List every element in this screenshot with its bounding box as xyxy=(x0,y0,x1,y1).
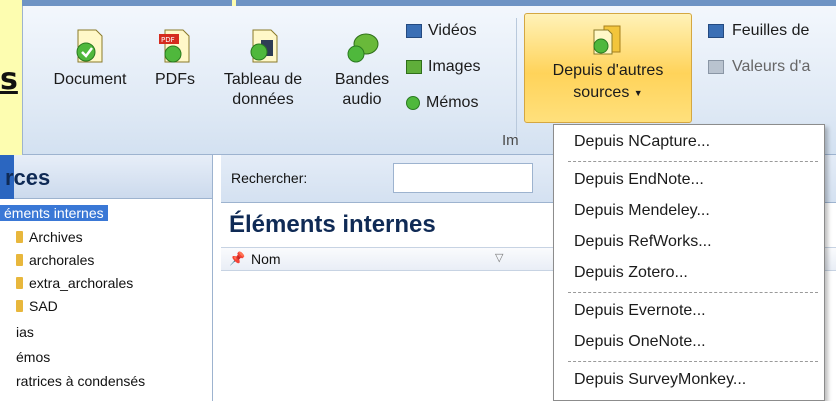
nav-title: rces xyxy=(5,165,51,190)
search-label: Rechercher: xyxy=(231,170,308,186)
tree-item-archorales[interactable]: archorales xyxy=(16,252,94,268)
spreadsheet-label: Feuilles de xyxy=(732,22,810,39)
menu-item-mendeley[interactable]: Depuis Mendeley... xyxy=(574,202,710,220)
audio-import-button[interactable]: Bandes audio xyxy=(324,26,400,110)
ribbon-group-separator xyxy=(516,18,517,136)
nav-header: rces xyxy=(0,155,212,199)
values-import-button[interactable]: Valeurs d'a xyxy=(708,58,810,76)
pdf-import-button[interactable]: PDF PDFs xyxy=(150,26,200,90)
other-sources-button[interactable]: Depuis d'autres sources ▼ xyxy=(524,13,692,123)
tree-item-ias[interactable]: ias xyxy=(16,324,34,340)
dataset-label-line1: Tableau de xyxy=(223,71,303,88)
image-icon xyxy=(406,60,422,74)
slide-heading-fragment: s xyxy=(0,62,18,97)
chevron-down-icon: ▼ xyxy=(633,88,643,98)
audio-import-icon xyxy=(347,33,379,63)
dataset-import-icon xyxy=(250,29,278,63)
memo-import-button[interactable]: Mémos xyxy=(406,94,478,112)
menu-item-evernote[interactable]: Depuis Evernote... xyxy=(574,302,706,320)
other-sources-icon xyxy=(593,25,621,55)
menu-separator xyxy=(568,292,818,293)
tree-item-matrices[interactable]: ratrices à condensés xyxy=(16,373,145,389)
dataset-label-line2: données xyxy=(232,91,294,108)
svg-text:PDF: PDF xyxy=(161,36,175,44)
tree-item-extra-archorales[interactable]: extra_archorales xyxy=(16,275,133,291)
folder-icon xyxy=(16,300,23,312)
filter-icon[interactable]: ▽ xyxy=(495,251,503,264)
folder-icon xyxy=(16,277,23,289)
search-input[interactable] xyxy=(393,163,533,193)
ribbon-tab-bar xyxy=(22,0,836,6)
spreadsheet-icon xyxy=(708,24,724,38)
ribbon-group-label: Im xyxy=(502,132,519,149)
menu-separator xyxy=(568,161,818,162)
dataset-import-button[interactable]: Tableau de données xyxy=(208,26,318,110)
other-sources-label-line2: sources ▼ xyxy=(573,84,643,102)
tree-item-internals[interactable]: éments internes xyxy=(0,205,108,221)
folder-icon xyxy=(16,254,23,266)
video-import-button[interactable]: Vidéos xyxy=(406,22,477,40)
spreadsheet-import-button[interactable]: Feuilles de xyxy=(708,22,809,40)
other-sources-dropdown: Depuis NCapture... Depuis EndNote... Dep… xyxy=(553,124,825,401)
menu-item-ncapture[interactable]: Depuis NCapture... xyxy=(574,133,710,151)
list-title: Éléments internes xyxy=(229,211,436,238)
values-icon xyxy=(708,60,724,74)
pdfs-label: PDFs xyxy=(155,71,195,88)
document-import-icon xyxy=(76,29,103,63)
memo-label: Mémos xyxy=(426,94,479,111)
tree-item-sad[interactable]: SAD xyxy=(16,298,58,314)
image-import-button[interactable]: Images xyxy=(406,58,480,76)
folder-icon xyxy=(16,231,23,243)
menu-item-refworks[interactable]: Depuis RefWorks... xyxy=(574,233,712,251)
pin-icon[interactable]: 📌 xyxy=(229,251,245,267)
menu-item-endnote[interactable]: Depuis EndNote... xyxy=(574,171,704,189)
menu-separator xyxy=(568,361,818,362)
menu-item-onenote[interactable]: Depuis OneNote... xyxy=(574,333,706,351)
navigation-pane: rces éments internes Archives archorales… xyxy=(0,155,213,401)
video-label: Vidéos xyxy=(428,22,477,39)
column-name-header[interactable]: Nom xyxy=(251,251,281,267)
audio-label-line1: Bandes xyxy=(334,71,390,88)
image-label: Images xyxy=(428,58,481,75)
audio-label-line2: audio xyxy=(342,91,382,108)
memo-icon xyxy=(406,96,420,110)
tree-item-memos[interactable]: émos xyxy=(16,349,50,365)
tree-item-archives[interactable]: Archives xyxy=(16,229,83,245)
menu-item-surveymonkey[interactable]: Depuis SurveyMonkey... xyxy=(574,371,746,389)
menu-item-zotero[interactable]: Depuis Zotero... xyxy=(574,264,688,282)
values-label: Valeurs d'a xyxy=(732,58,811,75)
pdf-import-icon: PDF xyxy=(159,29,190,63)
other-sources-label-line1: Depuis d'autres xyxy=(552,62,664,79)
video-icon xyxy=(406,24,422,38)
document-label: Document xyxy=(53,71,127,88)
document-import-button[interactable]: Document xyxy=(40,26,140,90)
